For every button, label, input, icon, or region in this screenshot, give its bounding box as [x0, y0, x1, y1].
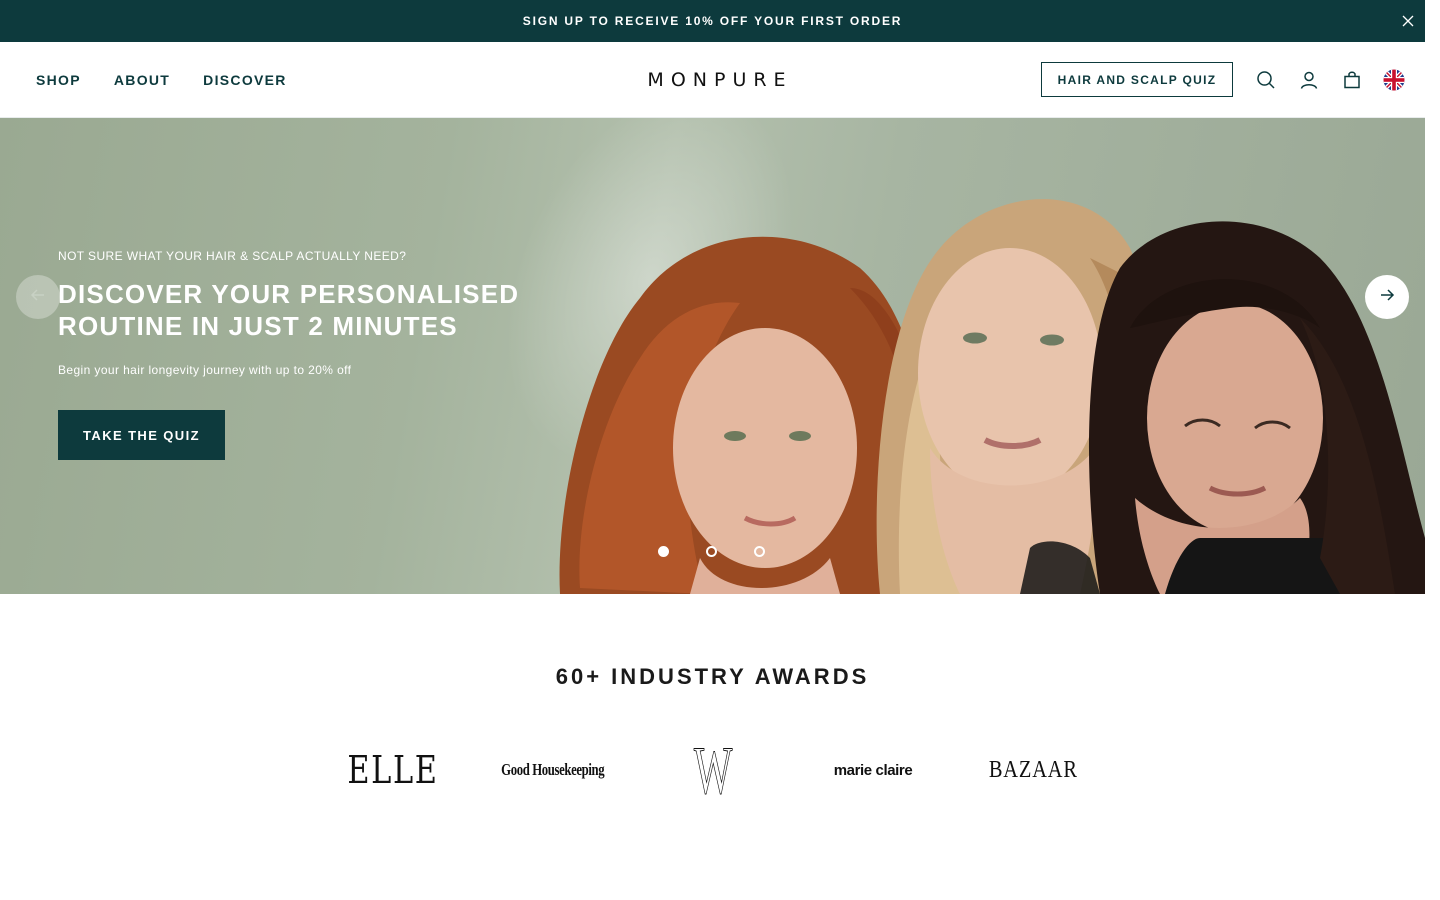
carousel-dot-2[interactable] — [706, 546, 717, 557]
take-quiz-button[interactable]: TAKE THE QUIZ — [58, 410, 225, 460]
good-housekeeping-logo: Good Housekeeping — [501, 740, 604, 800]
close-icon[interactable] — [1399, 12, 1417, 30]
carousel-dots — [658, 546, 765, 557]
hero-image — [559, 199, 1425, 594]
w-magazine-logo-text: W — [693, 732, 733, 808]
cart-icon[interactable] — [1341, 69, 1363, 91]
marie-claire-logo-text: marie claire — [833, 761, 913, 779]
announcement-bar: SIGN UP TO RECEIVE 10% OFF YOUR FIRST OR… — [0, 0, 1425, 42]
hero-eyebrow: NOT SURE WHAT YOUR HAIR & SCALP ACTUALLY… — [58, 249, 407, 263]
hero-subline: Begin your hair longevity journey with u… — [58, 363, 352, 377]
harpers-bazaar-logo-text: BAZAAR — [988, 756, 1078, 783]
arrow-left-icon — [30, 287, 46, 308]
main-nav: SHOP ABOUT DISCOVER — [36, 42, 287, 118]
hero-headline: DISCOVER YOUR PERSONALISED ROUTINE IN JU… — [58, 279, 520, 341]
carousel-dot-1[interactable] — [658, 546, 669, 557]
page-scrollbar[interactable] — [1425, 0, 1440, 900]
site-header: SHOP ABOUT DISCOVER MONPURE HAIR AND SCA… — [0, 42, 1425, 118]
harpers-bazaar-logo: BAZAAR — [989, 740, 1077, 800]
account-icon[interactable] — [1298, 69, 1320, 91]
nav-about[interactable]: ABOUT — [114, 72, 170, 88]
site-logo[interactable]: MONPURE — [647, 69, 792, 91]
carousel-prev-button[interactable] — [16, 275, 60, 319]
carousel-next-button[interactable] — [1365, 275, 1409, 319]
arrow-right-icon — [1379, 287, 1395, 308]
announcement-text[interactable]: SIGN UP TO RECEIVE 10% OFF YOUR FIRST OR… — [523, 14, 902, 28]
hair-scalp-quiz-button[interactable]: HAIR AND SCALP QUIZ — [1041, 62, 1233, 97]
w-magazine-logo: W — [673, 732, 753, 808]
marie-claire-logo: marie claire — [833, 740, 913, 800]
elle-logo-text: ELLE — [347, 748, 439, 792]
uk-flag-icon[interactable] — [1383, 69, 1405, 91]
elle-logo: ELLE — [347, 740, 437, 800]
nav-discover[interactable]: DISCOVER — [203, 72, 287, 88]
awards-title: 60+ INDUSTRY AWARDS — [555, 664, 870, 689]
carousel-dot-3[interactable] — [754, 546, 765, 557]
hero-banner: NOT SURE WHAT YOUR HAIR & SCALP ACTUALLY… — [0, 118, 1425, 594]
nav-shop[interactable]: SHOP — [36, 72, 81, 88]
good-housekeeping-logo-text: Good Housekeeping — [501, 760, 605, 779]
search-icon[interactable] — [1255, 69, 1277, 91]
